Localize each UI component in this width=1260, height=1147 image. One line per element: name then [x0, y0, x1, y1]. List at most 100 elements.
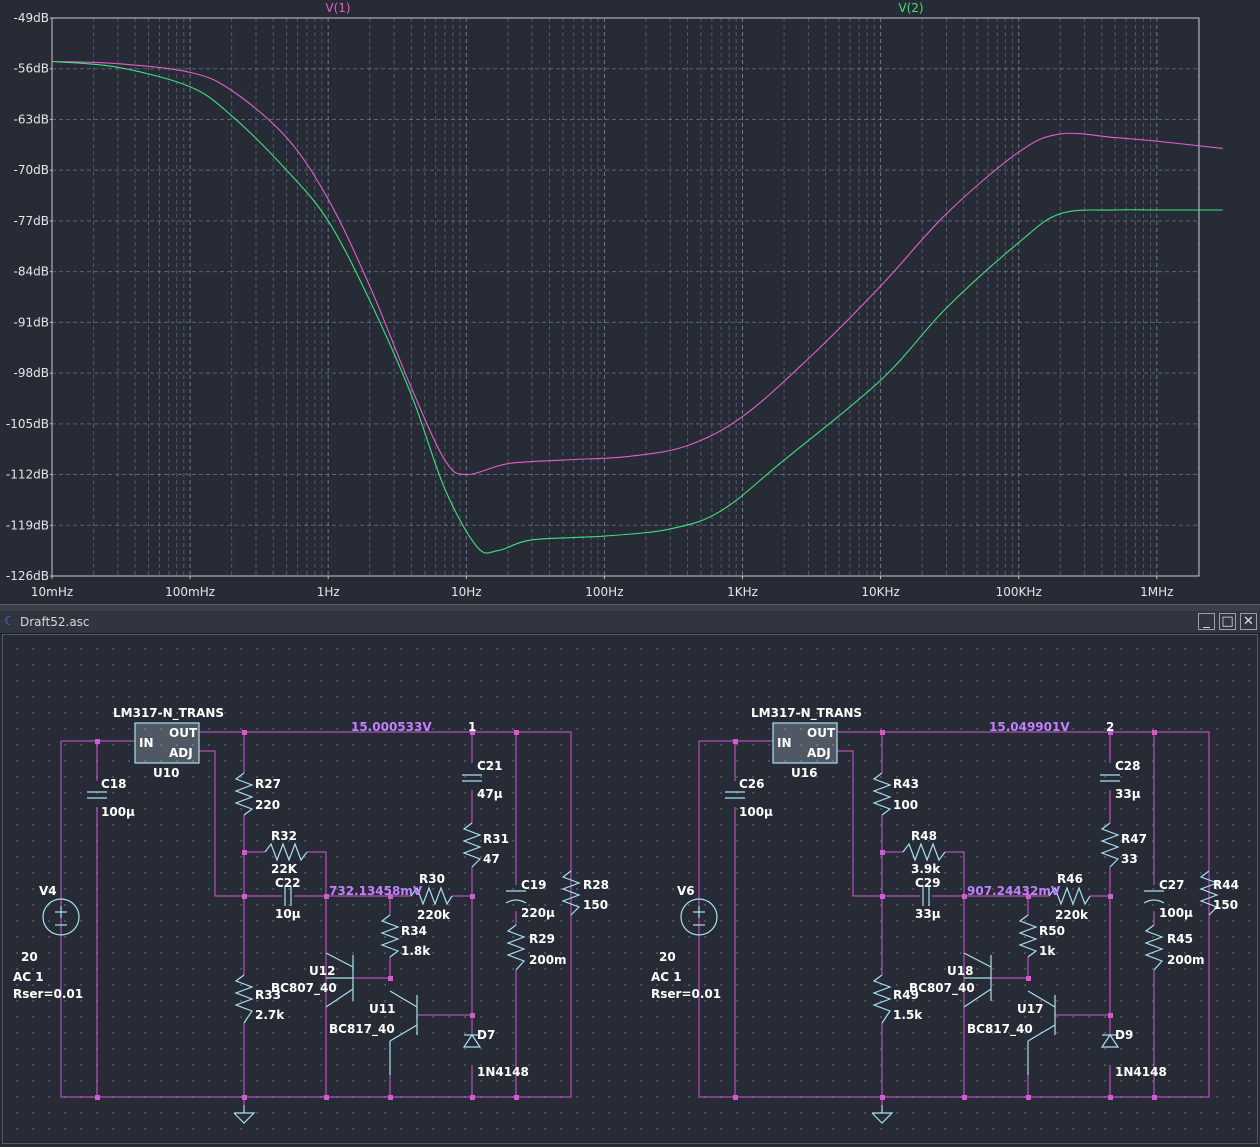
schematic-window-titlebar[interactable]: ☾ Draft52.asc _ □ ✕ — [0, 611, 1260, 634]
c-out1-ref: C28 — [1115, 759, 1141, 773]
r-out1-value: 47 — [483, 852, 500, 866]
c-fb-ref: C22 — [275, 876, 301, 890]
q1-ref: U18 — [947, 964, 973, 978]
c-fb-value: 33µ — [915, 907, 941, 921]
c-out1-ref: C21 — [477, 759, 503, 773]
q2-model: BC817_40 — [967, 1022, 1033, 1037]
y-tick-label: -63dB — [14, 112, 49, 126]
regulator-type-label: LM317-N_TRANS — [751, 706, 862, 721]
c-in-ref: C26 — [739, 777, 765, 791]
c-fb-value: 10µ — [275, 907, 301, 921]
source-ref: V4 — [39, 884, 57, 898]
r-top-value: 220 — [255, 798, 280, 812]
r-esr-value: 200m — [529, 953, 567, 967]
mid-voltage-annotation: 732.13458mV — [329, 884, 423, 898]
regulator-pin-out: OUT — [807, 726, 836, 740]
out-voltage-annotation: 15.000533V — [351, 720, 432, 734]
c-fb-ref: C29 — [915, 876, 941, 890]
r-b-ref: R30 — [419, 872, 445, 886]
r-fb-value: 22K — [271, 862, 298, 876]
regulator-ref: U10 — [153, 766, 179, 780]
junction-dots — [95, 730, 519, 1100]
x-tick-label: 100Hz — [585, 585, 623, 599]
c-in-value: 100µ — [739, 805, 773, 819]
regulator-ref: U16 — [791, 766, 817, 780]
diode-ref: D7 — [477, 1028, 495, 1042]
plot-area[interactable] — [51, 17, 1200, 577]
trace-label-v2[interactable]: V(2) — [898, 1, 923, 15]
waveform-plot[interactable]: -49dB -56dB -63dB -70dB -77dB -84dB -91dB -98dB… — [0, 0, 1260, 604]
c-out2-ref: C19 — [521, 878, 547, 892]
r-b-value: 220k — [417, 908, 451, 922]
r-esr-ref: R45 — [1167, 932, 1193, 946]
q2-ref: U11 — [369, 1002, 395, 1016]
regulator-pin-in: IN — [139, 736, 154, 750]
source-rser: Rser=0.01 — [13, 987, 83, 1001]
window-title: Draft52.asc — [20, 615, 90, 629]
y-tick-label: -77dB — [14, 214, 49, 228]
q2-ref: U17 — [1017, 1002, 1043, 1016]
regulator-pin-out: OUT — [169, 726, 198, 740]
r-load-value: 150 — [1213, 898, 1238, 912]
c-out2-ref: C27 — [1159, 878, 1185, 892]
r-top-value: 100 — [893, 798, 918, 812]
regulator-pin-adj: ADJ — [169, 746, 193, 760]
r-bot-value: 1.5k — [893, 1008, 923, 1022]
r-out1-ref: R47 — [1121, 832, 1147, 846]
schematic-canvas[interactable]: LM317-N_TRANS IN OUT ADJ U10 15.000533V … — [2, 634, 1258, 1144]
q1-model: BC807_40 — [909, 981, 975, 996]
x-tick-label: 10mHz — [31, 585, 73, 599]
c-out2-value: 220µ — [521, 906, 555, 920]
close-button[interactable]: ✕ — [1240, 613, 1257, 630]
r-load-ref: R44 — [1213, 878, 1239, 892]
out-voltage-annotation: 15.049901V — [989, 720, 1070, 734]
r-e-value: 1k — [1039, 944, 1056, 958]
component-labels: LM317-N_TRANS IN OUT ADJ U10 15.000533V … — [13, 706, 609, 1079]
y-axis-ticks: -49dB -56dB -63dB -70dB -77dB -84dB -91dB -98dB… — [6, 11, 52, 583]
net-label: 1 — [468, 720, 476, 734]
r-esr-value: 200m — [1167, 953, 1205, 967]
q1-model: BC807_40 — [271, 981, 337, 996]
waveform-plot-pane[interactable]: -49dB -56dB -63dB -70dB -77dB -84dB -91dB -98dB… — [0, 0, 1260, 606]
y-tick-label: -49dB — [14, 11, 49, 25]
r-esr-ref: R29 — [529, 932, 555, 946]
circuit-left[interactable]: LM317-N_TRANS IN OUT ADJ U10 15.000533V … — [13, 706, 609, 1124]
x-tick-label: 1Hz — [317, 585, 340, 599]
ltspice-app-icon: ☾ — [4, 614, 15, 628]
source-ref: V6 — [677, 884, 695, 898]
y-tick-label: -56dB — [14, 62, 49, 76]
r-e-value: 1.8k — [401, 944, 431, 958]
x-tick-label: 100mHz — [165, 585, 215, 599]
circuit-right[interactable]: LM317-N_TRANS IN OUT ADJ U16 15.049901V … — [651, 706, 1239, 1124]
diode-model: 1N4148 — [477, 1065, 529, 1079]
r-fb-ref: R48 — [911, 829, 937, 843]
maximize-button[interactable]: □ — [1219, 613, 1236, 630]
r-load-value: 150 — [583, 898, 608, 912]
y-tick-label: -70dB — [14, 163, 49, 177]
trace-label-v1[interactable]: V(1) — [325, 1, 350, 15]
minimize-button[interactable]: _ — [1198, 613, 1215, 630]
c-out1-value: 33µ — [1115, 787, 1141, 801]
r-load-ref: R28 — [583, 878, 609, 892]
r-top-ref: R43 — [893, 777, 919, 791]
net-label: 2 — [1106, 720, 1114, 734]
y-tick-label: -84dB — [14, 265, 49, 279]
regulator-pin-in: IN — [777, 736, 792, 750]
regulator-pin-adj: ADJ — [807, 746, 831, 760]
diode-ref: D9 — [1115, 1028, 1133, 1042]
y-tick-label: -112dB — [6, 468, 49, 482]
c-out1-value: 47µ — [477, 787, 503, 801]
junction-dots — [733, 730, 1157, 1100]
mid-voltage-annotation: 907.24432mV — [967, 884, 1061, 898]
r-b-ref: R46 — [1057, 872, 1083, 886]
c-in-ref: C18 — [101, 777, 127, 791]
r-fb-value: 3.9k — [911, 862, 941, 876]
component-labels: LM317-N_TRANS IN OUT ADJ U16 15.049901V … — [651, 706, 1239, 1079]
diode-model: 1N4148 — [1115, 1065, 1167, 1079]
r-out1-value: 33 — [1121, 852, 1138, 866]
x-tick-label: 10KHz — [861, 585, 899, 599]
x-tick-label: 1KHz — [727, 585, 758, 599]
q1-ref: U12 — [309, 964, 335, 978]
schematic-drawing[interactable]: LM317-N_TRANS IN OUT ADJ U10 15.000533V … — [3, 635, 1257, 1143]
y-tick-label: -98dB — [14, 366, 49, 380]
